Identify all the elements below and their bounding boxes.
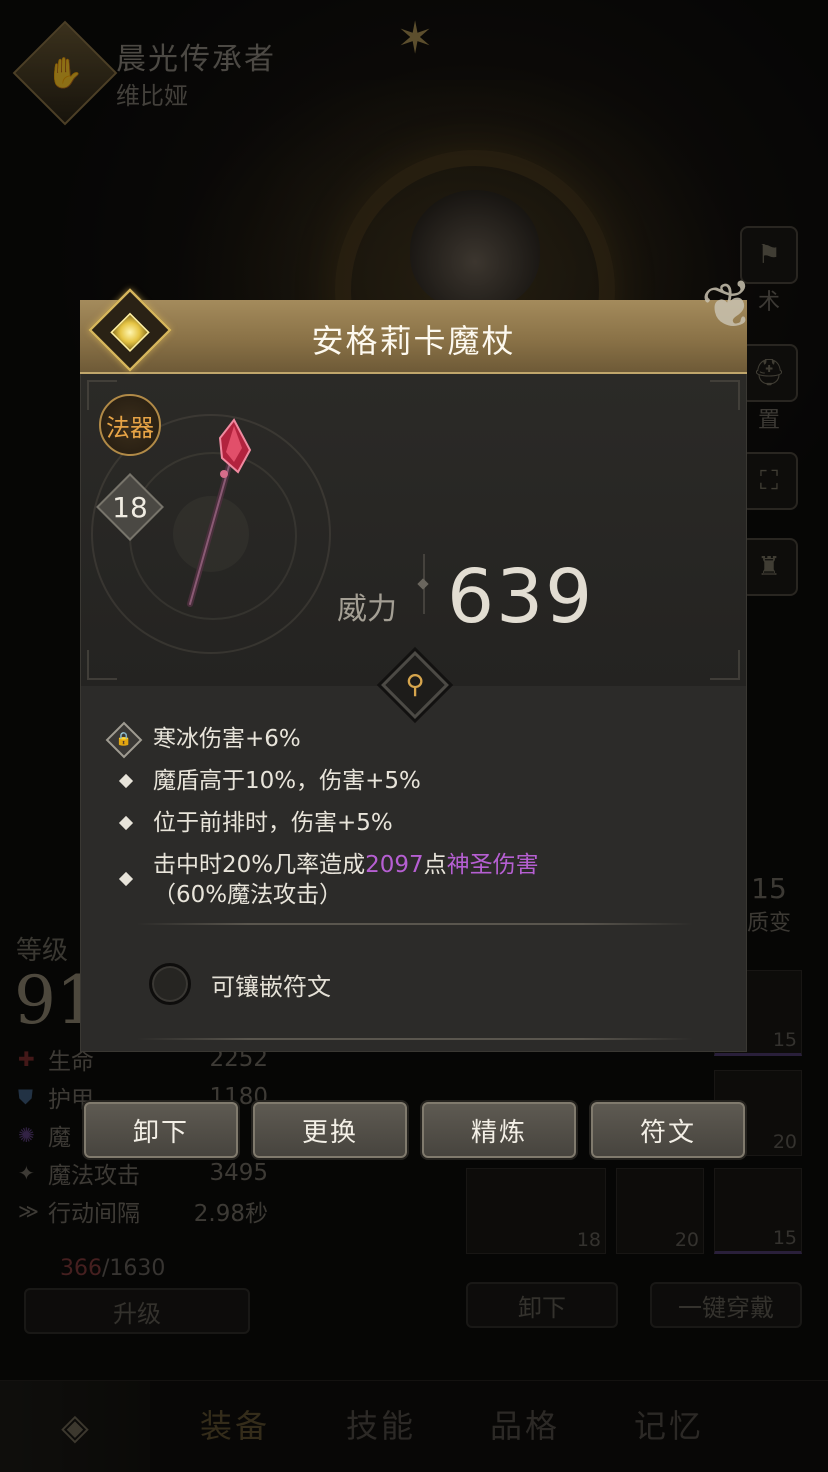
item-preview-panel: 法器 18 威力 639 (80, 374, 747, 686)
rune-socket-row[interactable]: 可镶嵌符文 (149, 963, 331, 1005)
item-name: 安格莉卡魔杖 (311, 322, 516, 360)
refine-button[interactable]: 精炼 (422, 1102, 576, 1158)
item-type-badge: 法器 (99, 394, 161, 456)
item-level: 18 (112, 490, 148, 524)
attribute-list: 🔒 寒冰伤害+6% 魔盾高于10%，伤害+5% 位于前排时，伤害+5% 击中时2… (105, 721, 719, 922)
power-separator (423, 554, 425, 614)
diamond-bullet-icon (118, 815, 134, 831)
corner-ornament (710, 650, 740, 680)
magnifier-icon: ⚲ (405, 670, 425, 700)
attribute-row: 位于前排时，伤害+5% (109, 808, 719, 838)
attribute-row: 魔盾高于10%，伤害+5% (109, 766, 719, 796)
attribute-text: （60%魔法攻击） (153, 882, 343, 908)
wand-icon (187, 418, 252, 607)
diamond-bullet-icon (118, 871, 134, 887)
attribute-text: 位于前排时，伤害+5% (153, 810, 393, 836)
item-title-bar: 安格莉卡魔杖 (80, 300, 747, 374)
lock-icon: 🔒 (105, 721, 143, 759)
section-divider (137, 1038, 693, 1040)
item-attributes-panel: 🔒 寒冰伤害+6% 魔盾高于10%，伤害+5% 位于前排时，伤害+5% 击中时2… (80, 686, 747, 1052)
unequip-button[interactable]: 卸下 (84, 1102, 238, 1158)
attribute-text: 魔盾高于10%，伤害+5% (153, 768, 421, 794)
section-divider (137, 923, 693, 925)
inspect-button[interactable]: ⚲ (381, 651, 449, 719)
rune-socket-icon[interactable] (149, 963, 191, 1005)
rune-socket-label: 可镶嵌符文 (211, 972, 331, 1001)
attribute-text: 寒冰伤害+6% (153, 726, 301, 752)
corner-ornament (87, 650, 117, 680)
attribute-row-locked: 🔒 寒冰伤害+6% (105, 721, 719, 759)
corner-ornament (710, 380, 740, 410)
power-value: 639 (447, 554, 595, 640)
replace-button[interactable]: 更换 (253, 1102, 407, 1158)
diamond-bullet-icon (118, 773, 134, 789)
attribute-text: 击中时20%几率造成 (153, 852, 366, 878)
attribute-text: 点 (423, 852, 447, 878)
item-level-badge: 18 (95, 472, 165, 542)
damage-type: 神圣伤害 (446, 852, 539, 878)
rune-button[interactable]: 符文 (591, 1102, 745, 1158)
damage-amount: 2097 (365, 852, 424, 878)
power-label: 威力 (337, 592, 397, 627)
attribute-row: 击中时20%几率造成2097点神圣伤害 （60%魔法攻击） (109, 850, 719, 910)
item-detail-modal: 法器 18 威力 639 🔒 寒冰伤害+6% 魔盾高于10%，伤害+5% 位于前… (80, 265, 764, 1052)
